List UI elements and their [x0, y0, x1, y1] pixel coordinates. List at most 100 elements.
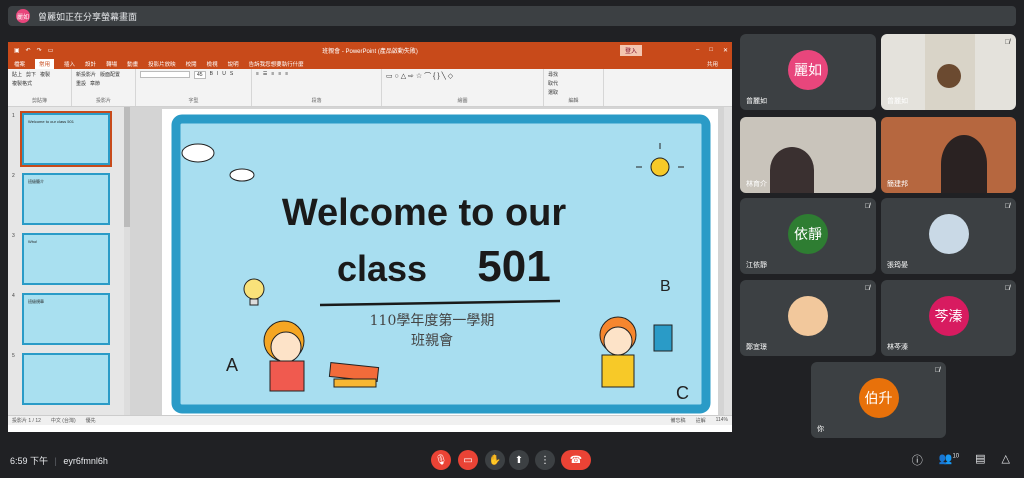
meeting-info: 6:59 下午 | eyr6fmnl6h — [10, 454, 108, 467]
participant-tile[interactable]: 林育介 — [740, 117, 876, 193]
chat-icon[interactable]: ▤ — [975, 452, 985, 468]
slide-canvas: Welcome to our class 501 110學年度第一學期 班親會 — [130, 107, 732, 415]
group-clipboard: 貼上 剪下 複製 複製格式 剪貼簿 — [8, 69, 72, 106]
video-person — [937, 64, 961, 88]
group-label: 段落 — [311, 98, 322, 104]
minimize-icon[interactable]: – — [696, 47, 699, 54]
align-right-icon[interactable]: ≡ — [285, 71, 288, 77]
participant-tile[interactable]: 🎙̸ 曾麗如 — [881, 34, 1016, 110]
italic-icon[interactable]: I — [217, 71, 218, 79]
font-name-select[interactable] — [140, 71, 190, 78]
shared-screen: ▣ ↶ ↷ ▭ 班親會 - PowerPoint (產品啟動失敗) 登入 – □… — [8, 42, 732, 432]
zoom-level[interactable]: 114% — [716, 417, 728, 424]
shapes-gallery[interactable]: ▭ ○ △ ⇨ ☆ ⌒ { } ╲ ◇ — [386, 71, 453, 81]
bold-icon[interactable]: B — [210, 71, 213, 79]
mic-off-icon[interactable]: 🎙 — [431, 450, 451, 470]
more-icon[interactable]: ⋮ — [535, 450, 555, 470]
info-icon[interactable]: ⓘ — [912, 452, 923, 468]
avatar: 伯升 — [858, 378, 899, 418]
window-controls: – □ ✕ — [696, 47, 728, 54]
tab-home[interactable]: 常用 — [35, 58, 55, 69]
participant-count: 10 — [952, 453, 960, 460]
tab-animations[interactable]: 動畫 — [127, 60, 138, 68]
align-left-icon[interactable]: ≡ — [271, 71, 274, 77]
participant-tile[interactable]: 依靜 🎙̸ 江依靜 — [740, 198, 876, 274]
meeting-time: 6:59 下午 — [10, 456, 49, 466]
mic-off-icon: 🎙̸ — [864, 203, 870, 210]
hand-icon[interactable]: ✋ — [485, 450, 505, 470]
hangup-icon[interactable]: ☎ — [561, 450, 591, 470]
maximize-icon[interactable]: □ — [709, 47, 713, 54]
language-status: 中文 (台灣) — [50, 418, 76, 424]
notes-button[interactable]: 備忘稿 — [671, 417, 686, 424]
paste-button[interactable]: 貼上 — [12, 71, 22, 78]
participant-tile[interactable]: 簡建邦 — [881, 117, 1016, 193]
accessibility-status[interactable]: 優先 — [86, 417, 96, 424]
numbering-icon[interactable]: ☰ — [263, 71, 267, 77]
close-icon[interactable]: ✕ — [723, 47, 728, 54]
participant-tile[interactable]: 芩溱 🎙̸ 林芩溱 — [881, 280, 1016, 356]
participant-name: 簡建邦 — [887, 181, 908, 188]
group-label: 繪圖 — [457, 98, 468, 104]
tab-review[interactable]: 校閱 — [186, 60, 197, 68]
share-button[interactable]: 共用 — [707, 60, 718, 68]
camera-off-icon[interactable]: ▭ — [458, 450, 478, 470]
self-tile[interactable]: 伯升 🎙̸ 你 — [811, 362, 946, 438]
meeting-code: eyr6fmnl6h — [63, 456, 108, 466]
format-painter-button[interactable]: 複製格式 — [12, 80, 32, 87]
tell-me-box[interactable]: 告訴我您想要執行什麼 — [249, 60, 304, 68]
tab-slideshow[interactable]: 投影片放映 — [148, 60, 176, 68]
people-icon[interactable]: 👥10 — [939, 452, 959, 468]
replace-button[interactable]: 取代 — [548, 80, 599, 87]
participant-tile[interactable]: 🎙̸ 張筠晏 — [881, 198, 1016, 274]
cut-button[interactable]: 剪下 — [26, 71, 36, 78]
present-icon[interactable]: ⬆ — [509, 450, 529, 470]
find-button[interactable]: 尋找 — [548, 71, 599, 78]
slide-thumb[interactable]: 4 班級規章 — [8, 293, 130, 345]
group-font: 45 B I U S 字型 — [136, 69, 252, 106]
comments-button[interactable]: 註解 — [696, 417, 706, 424]
canvas-scrollbar[interactable] — [724, 107, 732, 415]
tab-insert[interactable]: 插入 — [64, 60, 75, 68]
avatar: 麗如 — [788, 50, 828, 90]
thumb-preview: 班級簡介 — [22, 173, 110, 225]
ribbon-tabs: 檔案 常用 插入 設計 轉場 動畫 投影片放映 校閱 檢視 說明 告訴我您想要執… — [8, 58, 732, 69]
layout-button[interactable]: 版面配置 — [100, 71, 120, 78]
mic-off-icon: 🎙̸ — [1004, 203, 1010, 210]
strike-icon[interactable]: S — [230, 71, 233, 79]
slide-title-line1: Welcome to our — [282, 192, 567, 234]
participant-tile[interactable]: 麗如 曾麗如 — [740, 34, 876, 110]
new-slide-button[interactable]: 新投影片 — [76, 71, 96, 78]
slide-thumb[interactable]: 5 — [8, 353, 130, 405]
copy-button[interactable]: 複製 — [40, 71, 50, 78]
tab-design[interactable]: 設計 — [85, 60, 96, 68]
section-button[interactable]: 章節 — [90, 80, 100, 87]
separator: | — [54, 456, 57, 466]
mic-off-icon: 🎙̸ — [864, 285, 870, 292]
reset-button[interactable]: 重設 — [76, 80, 86, 87]
bullets-icon[interactable]: ≡ — [256, 71, 259, 77]
sign-in-button[interactable]: 登入 — [619, 44, 642, 56]
participant-tile[interactable]: 🎙̸ 鄭宜璟 — [740, 280, 876, 356]
meeting-controls: 6:59 下午 | eyr6fmnl6h 🎙 ▭ ✋ ⬆ ⋮ ☎ ⓘ 👥10 ▤… — [0, 444, 1024, 478]
slide-thumb[interactable]: 3 Who! — [8, 233, 130, 285]
slide-thumb[interactable]: 1 Welcome to our class 501 — [8, 111, 130, 167]
underline-icon[interactable]: U — [222, 71, 226, 79]
align-center-icon[interactable]: ≡ — [278, 71, 281, 77]
select-button[interactable]: 選取 — [548, 89, 599, 96]
group-editing: 尋找 取代 選取 編輯 — [544, 69, 604, 106]
font-size-select[interactable]: 45 — [194, 71, 206, 79]
tab-help[interactable]: 說明 — [228, 60, 239, 68]
tab-file[interactable]: 檔案 — [14, 60, 25, 68]
video-person — [770, 147, 814, 193]
tab-transitions[interactable]: 轉場 — [106, 60, 117, 68]
participant-name: 曾麗如 — [887, 98, 908, 105]
participant-name: 張筠晏 — [887, 262, 908, 269]
avatar: 依靜 — [788, 214, 828, 254]
slide-title-line2: class — [337, 248, 427, 289]
letter-b: B — [660, 278, 671, 295]
slide-thumb[interactable]: 2 班級簡介 — [8, 173, 130, 225]
ppt-titlebar: ▣ ↶ ↷ ▭ 班親會 - PowerPoint (產品啟動失敗) 登入 – □… — [8, 42, 732, 58]
activities-icon[interactable]: △ — [1002, 452, 1010, 468]
tab-view[interactable]: 檢視 — [207, 60, 218, 68]
